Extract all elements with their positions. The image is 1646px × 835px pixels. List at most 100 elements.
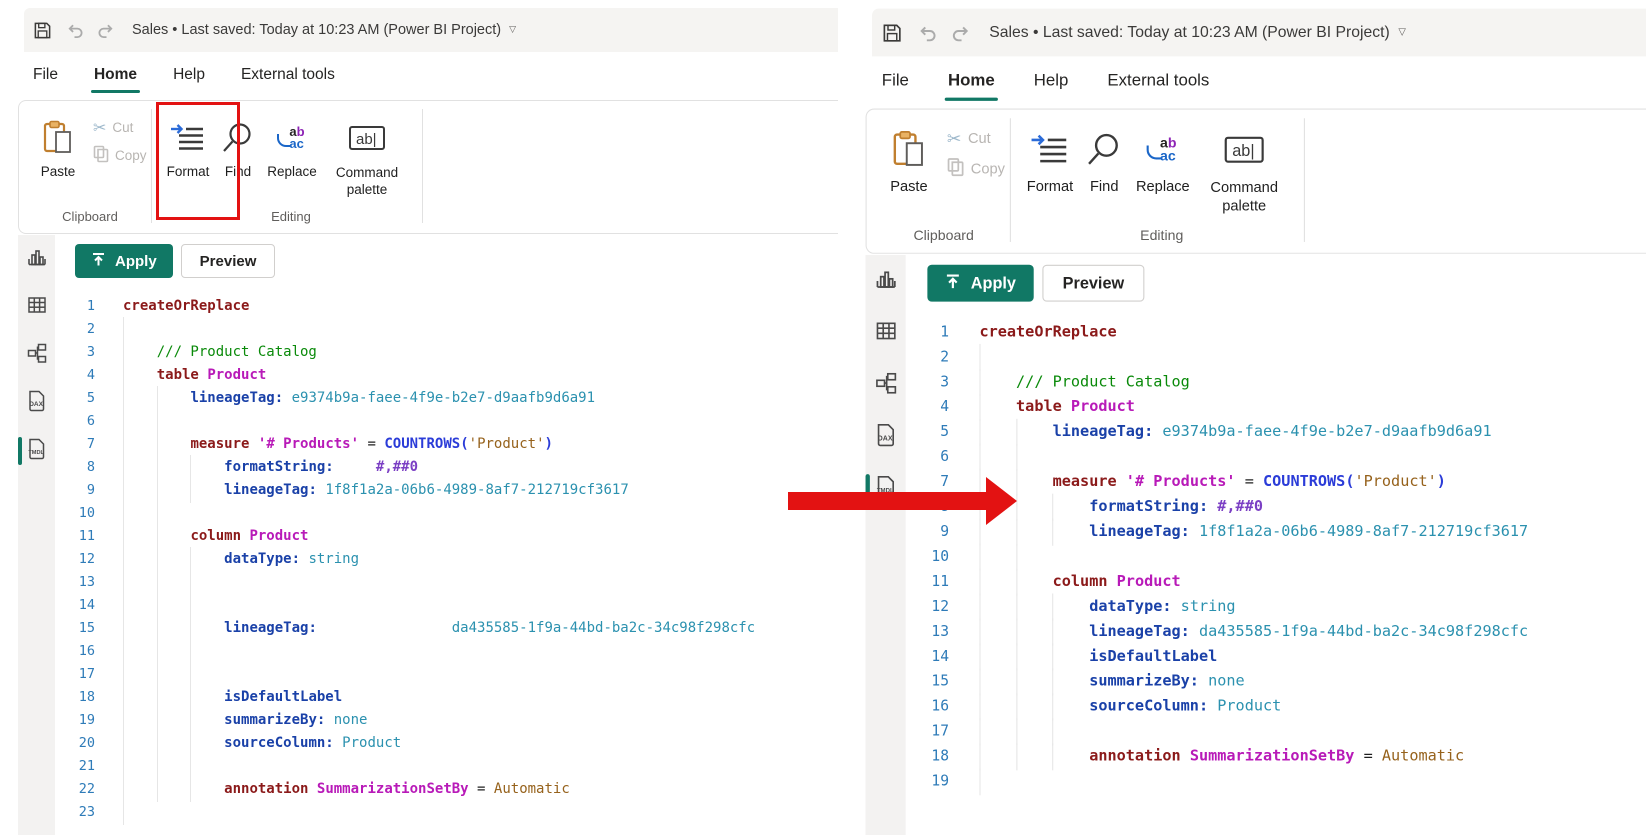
code-line: 4 table Product [906, 393, 1646, 421]
apply-button[interactable]: Apply [75, 244, 173, 278]
copy-button[interactable]: Copy [93, 145, 147, 166]
table-view-icon [874, 318, 898, 347]
code-line: 19 [906, 768, 1646, 796]
view-switcher: DAX TMDL [18, 235, 55, 835]
cut-button[interactable]: ✂ Cut [93, 118, 147, 137]
format-button[interactable]: Format [1020, 119, 1081, 194]
line-number: 1 [940, 323, 950, 341]
line-number: 14 [78, 597, 95, 613]
after-screenshot: Sales • Last saved: Today at 10:23 AM (P… [846, 0, 1646, 835]
line-number: 3 [940, 373, 950, 391]
menu-help[interactable]: Help [173, 66, 205, 84]
ribbon: Paste ✂ Cut Copy Clipboard Format Find a… [18, 100, 838, 234]
cut-icon: ✂ [93, 118, 107, 137]
dax-icon-label: DAX [29, 401, 43, 408]
sidebar-item-report-view[interactable] [866, 255, 906, 307]
preview-button[interactable]: Preview [1042, 264, 1145, 302]
editing-group-label: Editing [1140, 226, 1184, 244]
line-number: 2 [86, 321, 95, 337]
code-line: 2 [55, 317, 838, 342]
apply-label: Apply [970, 273, 1016, 293]
dax-query-view-icon: DAX [25, 389, 49, 418]
sidebar-item-model-view[interactable] [18, 331, 55, 379]
format-highlight-box [156, 102, 240, 220]
code-line: 18 isDefaultLabel [55, 685, 838, 710]
line-number: 11 [931, 572, 950, 591]
chevron-down-icon[interactable]: ▽ [509, 25, 516, 35]
line-number: 19 [78, 712, 95, 728]
undo-icon[interactable] [915, 22, 937, 44]
preview-button[interactable]: Preview [180, 244, 276, 278]
cut-button[interactable]: ✂ Cut [947, 128, 1005, 149]
replace-button[interactable]: ab ac Replace [260, 110, 324, 179]
copy-button[interactable]: Copy [947, 157, 1005, 180]
line-number: 3 [86, 344, 95, 360]
command-palette-label-line2: palette [1222, 197, 1267, 214]
line-number: 15 [78, 620, 95, 636]
code-line: 11 column Product [55, 524, 838, 549]
line-number: 5 [940, 423, 950, 441]
redo-icon[interactable] [96, 20, 116, 40]
apply-button[interactable]: Apply [927, 264, 1034, 302]
line-number: 16 [78, 643, 95, 659]
paste-button[interactable]: Paste [29, 110, 87, 179]
redo-icon[interactable] [950, 22, 972, 44]
line-number: 16 [931, 697, 950, 716]
preview-label: Preview [199, 252, 257, 270]
sidebar-item-dax-query-view[interactable]: DAX [18, 379, 55, 427]
sidebar-item-tmdl-view[interactable]: TMDL [18, 427, 55, 475]
line-number: 4 [86, 367, 95, 383]
dax-query-view-icon: DAX [873, 422, 899, 453]
line-number: 6 [86, 413, 95, 429]
svg-text:ab|: ab| [356, 131, 377, 148]
line-number: 14 [931, 647, 950, 666]
menu-home[interactable]: Home [90, 66, 141, 93]
code-editor[interactable]: 1 createOrReplace 2 3 /// Product Catalog 4 … [906, 320, 1646, 835]
line-number: 19 [931, 772, 950, 790]
menu-home[interactable]: Home [944, 72, 999, 101]
code-line: 10 [906, 543, 1646, 571]
line-number: 10 [78, 505, 95, 521]
save-icon[interactable] [881, 22, 903, 44]
menu-file[interactable]: File [882, 72, 909, 92]
replace-button[interactable]: ab ac Replace [1128, 119, 1197, 195]
code-line: 14 [55, 593, 838, 618]
code-line: 3 /// Product Catalog [906, 368, 1646, 397]
find-button[interactable]: Find [1080, 119, 1128, 194]
paste-icon [43, 112, 73, 164]
dax-icon-label: DAX [877, 435, 892, 442]
sidebar-item-model-view[interactable] [866, 359, 906, 411]
clipboard-group-label: Clipboard [62, 209, 118, 224]
menu-file[interactable]: File [33, 66, 58, 84]
code-editor[interactable]: 1 createOrReplace 2 3 /// Product Catalog 4 … [55, 295, 838, 835]
code-line: 6 [906, 443, 1646, 471]
sidebar-item-dax-query-view[interactable]: DAX [866, 411, 906, 463]
undo-icon[interactable] [64, 20, 84, 40]
line-number: 21 [78, 758, 95, 774]
code-line: 20 sourceColumn: Product [55, 731, 838, 756]
apply-upload-icon [945, 273, 961, 294]
sidebar-item-table-view[interactable] [866, 307, 906, 359]
code-line: 1 createOrReplace [906, 320, 1646, 345]
code-line: 1 createOrReplace [55, 295, 838, 318]
before-screenshot: Sales • Last saved: Today at 10:23 AM (P… [0, 0, 838, 835]
save-icon[interactable] [32, 20, 52, 40]
sidebar-item-report-view[interactable] [18, 235, 55, 283]
menu-external-tools[interactable]: External tools [1107, 72, 1209, 92]
chevron-down-icon[interactable]: ▽ [1398, 27, 1406, 38]
model-view-icon [26, 342, 48, 369]
command-palette-button[interactable]: ab| Command palette [324, 110, 410, 198]
transition-arrow [788, 477, 1018, 525]
menu-bar: File Home Help External tools [872, 56, 1209, 106]
line-number: 11 [78, 528, 95, 544]
ribbon-group-divider [422, 109, 423, 223]
menu-external-tools[interactable]: External tools [241, 66, 335, 84]
sidebar-item-table-view[interactable] [18, 283, 55, 331]
view-switcher: DAX TMDL [865, 254, 906, 835]
editor-toolbar: Apply Preview [927, 260, 1145, 306]
code-line: 5 lineageTag: e9374b9a-faee-4f9e-b2e7-d9… [55, 386, 838, 411]
paste-button[interactable]: Paste [877, 119, 940, 194]
line-number: 23 [78, 804, 95, 820]
command-palette-button[interactable]: ab| Command palette [1198, 119, 1291, 214]
menu-help[interactable]: Help [1034, 72, 1069, 92]
